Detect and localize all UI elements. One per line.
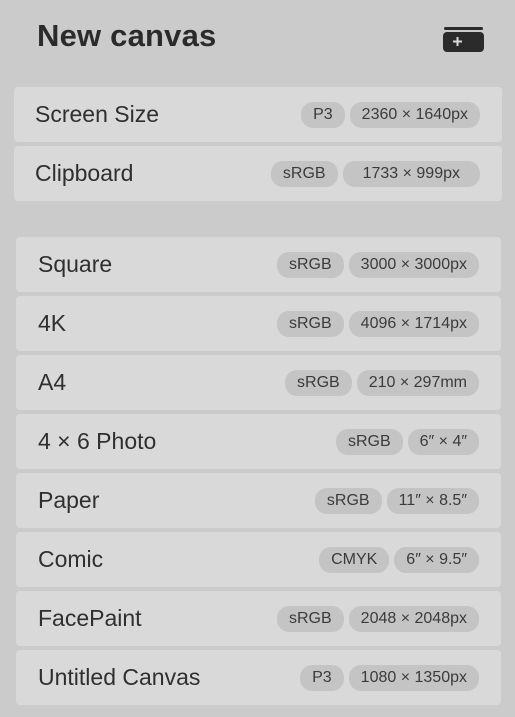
canvas-row-4k[interactable]: 4K sRGB 4096 × 1714px [16, 296, 501, 351]
canvas-row-a4[interactable]: A4 sRGB 210 × 297mm [16, 355, 501, 410]
canvas-name: Screen Size [35, 101, 160, 127]
dimensions-badge: 6″ × 9.5″ [394, 546, 479, 573]
color-profile-badge: sRGB [270, 160, 338, 187]
canvas-name: Untitled Canvas [38, 664, 201, 690]
canvas-name: Square [38, 251, 113, 277]
dimensions-badge: 6″ × 4″ [407, 428, 479, 455]
color-profile-badge: sRGB [277, 605, 344, 632]
canvas-row-paper[interactable]: Paper sRGB 11″ × 8.5″ [16, 473, 501, 528]
canvas-row-4x6-photo[interactable]: 4 × 6 Photo sRGB 6″ × 4″ [16, 414, 501, 469]
canvas-row-facepaint[interactable]: FacePaint sRGB 2048 × 2048px [16, 591, 501, 646]
canvas-row-comic[interactable]: Comic CMYK 6″ × 9.5″ [16, 532, 501, 587]
canvas-name: 4K [38, 310, 67, 336]
canvas-name: Clipboard [35, 160, 134, 186]
dimensions-badge: 2048 × 2048px [348, 605, 479, 632]
color-profile-badge: P3 [300, 664, 344, 691]
color-profile-badge: sRGB [277, 310, 344, 337]
color-profile-badge: P3 [301, 101, 345, 128]
canvas-name: 4 × 6 Photo [38, 428, 157, 454]
canvas-row-square[interactable]: Square sRGB 3000 × 3000px [16, 237, 501, 292]
plus-card-icon[interactable] [443, 27, 484, 52]
dimensions-badge: 2360 × 1640px [349, 101, 480, 128]
canvas-row-clipboard[interactable]: Clipboard sRGB 1733 × 999px [14, 146, 502, 201]
canvas-name: Comic [38, 546, 104, 572]
canvas-name: A4 [38, 369, 67, 395]
color-profile-badge: sRGB [277, 251, 344, 278]
color-profile-badge: sRGB [314, 487, 382, 514]
dimensions-badge: 11″ × 8.5″ [386, 487, 479, 514]
canvas-name: Paper [38, 487, 100, 513]
color-profile-badge: sRGB [335, 428, 403, 455]
dimensions-badge: 1733 × 999px [342, 160, 480, 187]
canvas-row-screen-size[interactable]: Screen Size P3 2360 × 1640px [14, 87, 502, 142]
canvas-row-untitled-canvas[interactable]: Untitled Canvas P3 1080 × 1350px [16, 650, 501, 705]
color-profile-badge: CMYK [319, 546, 390, 573]
dimensions-badge: 1080 × 1350px [348, 664, 479, 691]
canvas-name: FacePaint [38, 605, 142, 631]
page-title: New canvas [37, 18, 217, 53]
dimensions-badge: 4096 × 1714px [348, 310, 479, 337]
new-canvas-panel: New canvas Screen Size P3 2360 × 1640px … [0, 0, 515, 717]
color-profile-badge: sRGB [285, 369, 352, 396]
dimensions-badge: 3000 × 3000px [348, 251, 479, 278]
dimensions-badge: 210 × 297mm [356, 369, 479, 396]
